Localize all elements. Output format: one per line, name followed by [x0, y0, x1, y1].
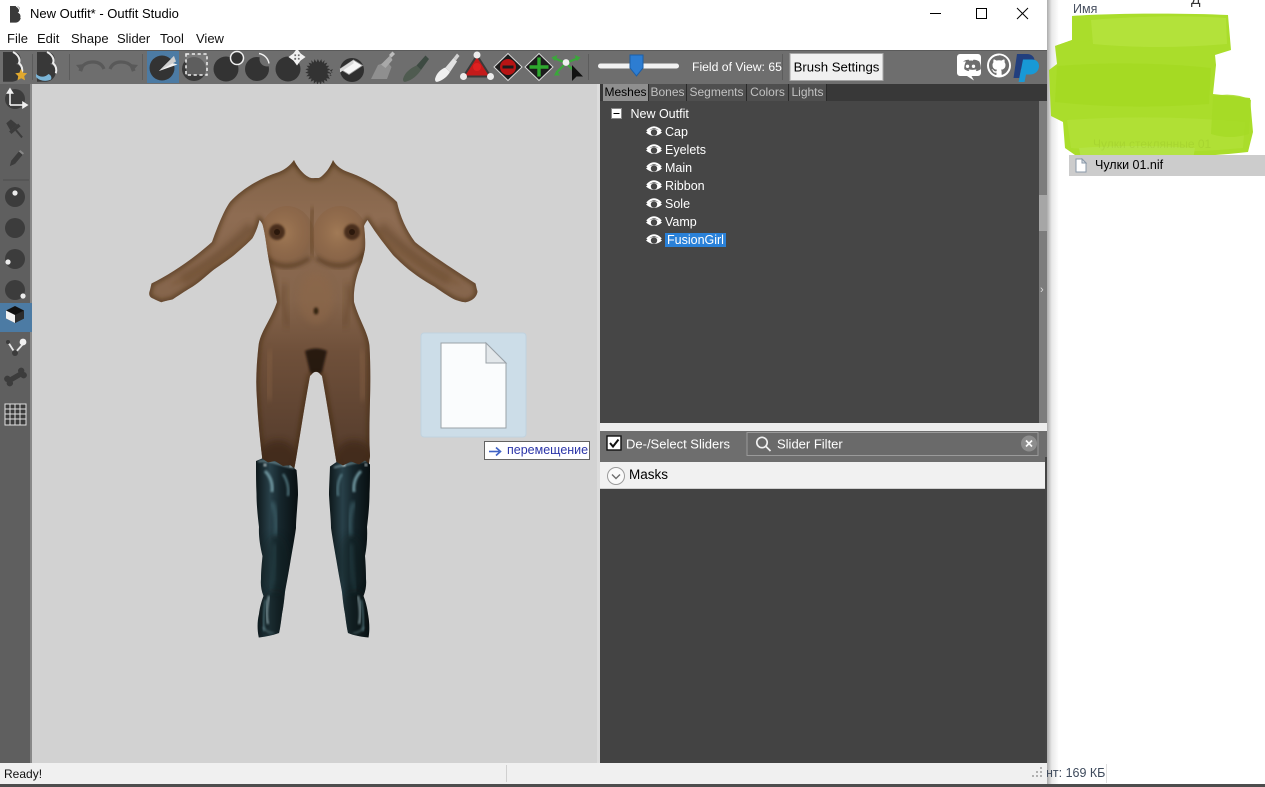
- svg-text:Slider Filter: Slider Filter: [777, 437, 843, 452]
- svg-text:De-/Select Sliders: De-/Select Sliders: [626, 437, 731, 452]
- svg-text:Field of View: 65: Field of View: 65: [692, 60, 782, 74]
- svg-text:Чулки стеклянные 01: Чулки стеклянные 01: [1093, 137, 1212, 151]
- svg-text:Brush Settings: Brush Settings: [794, 60, 880, 75]
